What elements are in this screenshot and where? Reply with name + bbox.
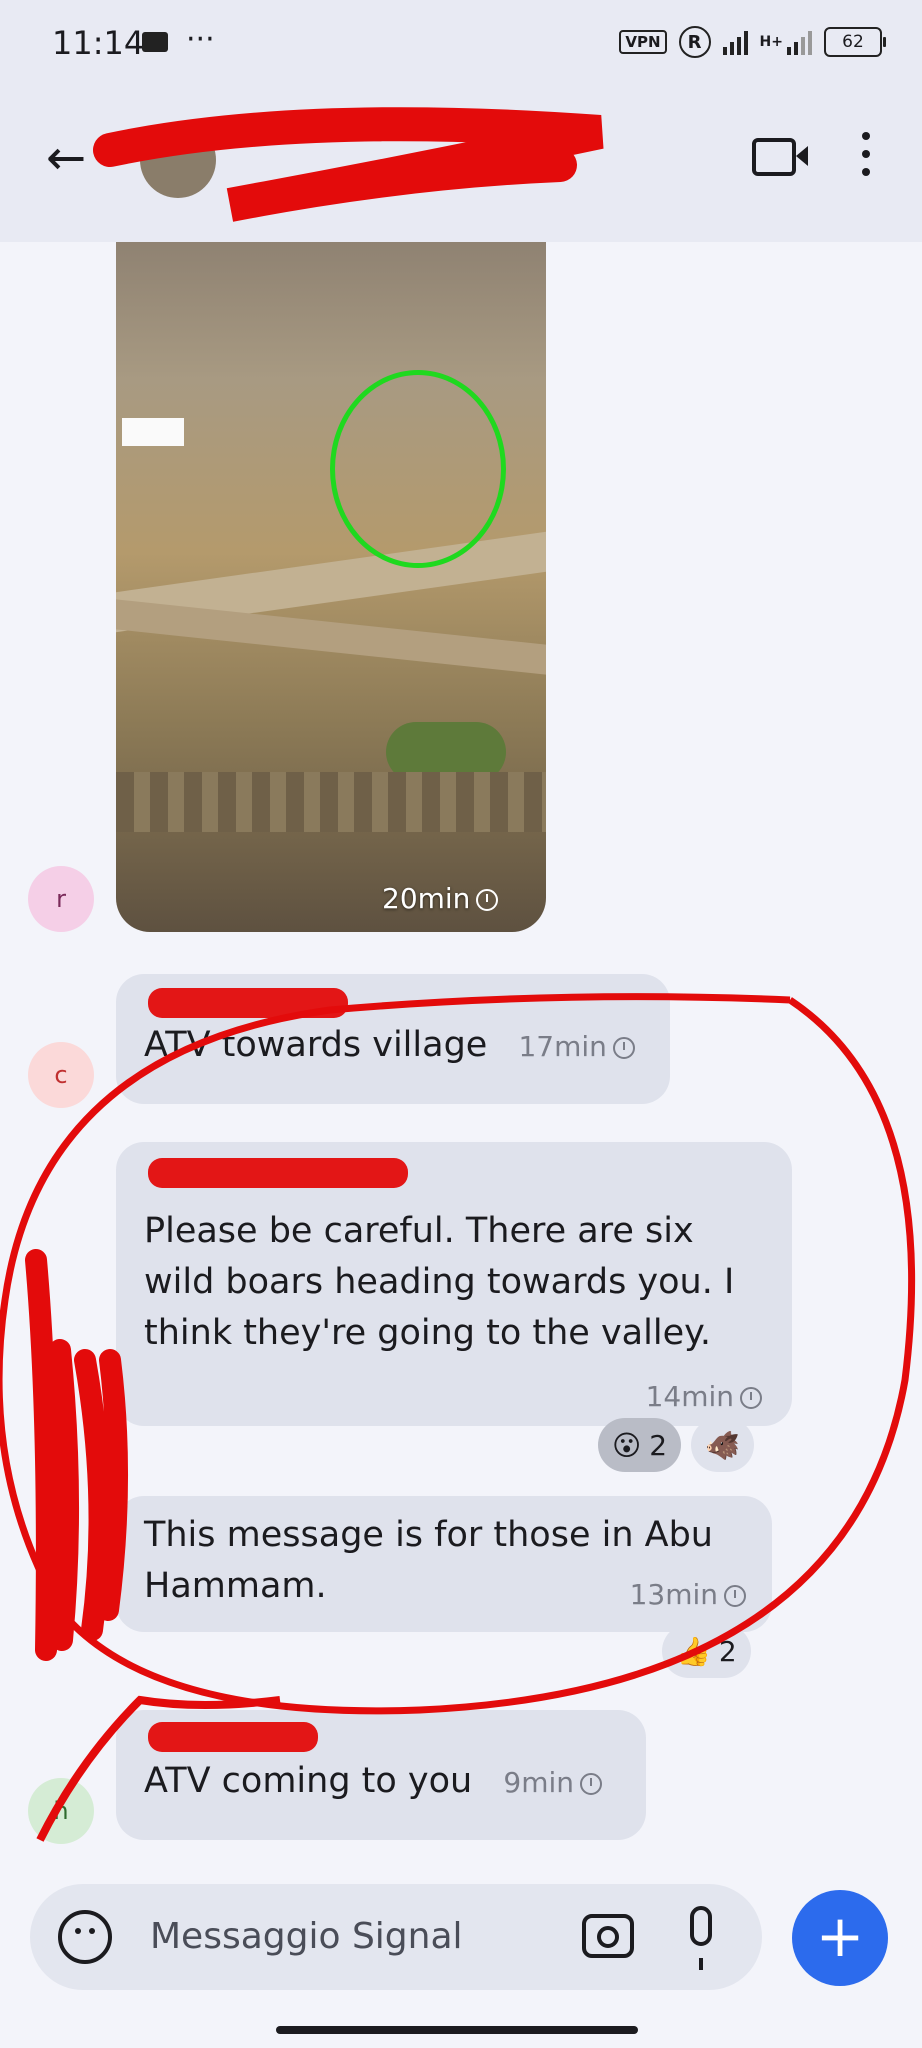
emoji-icon[interactable] xyxy=(58,1910,112,1964)
timer-icon xyxy=(724,1585,746,1607)
reaction-surprised[interactable]: 😮 2 xyxy=(598,1418,682,1472)
message-text: Please be careful. There are six wild bo… xyxy=(144,1211,735,1353)
avatar[interactable]: r xyxy=(28,866,94,932)
message-bubble[interactable]: This message is for those in Abu Hammam.… xyxy=(116,1496,772,1632)
roaming-icon: R xyxy=(678,26,711,58)
message-time: 9min xyxy=(503,1766,603,1799)
more-vertical-icon[interactable] xyxy=(862,132,870,186)
message-composer[interactable]: Messaggio Signal xyxy=(30,1884,762,1990)
conversation-header: ← xyxy=(0,90,922,242)
battery-icon: 62 xyxy=(824,27,886,57)
more-notifications-icon: ··· xyxy=(186,22,215,57)
green-circle-annotation xyxy=(330,370,506,568)
redaction-mark xyxy=(148,988,348,1018)
message-text: ATV coming to you xyxy=(144,1761,473,1801)
message-time: 17min xyxy=(518,1030,635,1063)
timer-icon xyxy=(476,889,499,911)
video-call-icon[interactable] xyxy=(752,138,808,176)
message-time: 14min xyxy=(144,1371,762,1422)
attach-button[interactable]: + xyxy=(792,1890,888,1986)
message-time: 20min xyxy=(382,882,499,915)
signal-icon xyxy=(722,29,748,55)
home-indicator[interactable] xyxy=(276,2026,638,2034)
reactions-bar: 👍 2 xyxy=(662,1624,751,1678)
folder-icon xyxy=(142,32,168,52)
status-bar: 11:14 ··· VPN R H+ 62 xyxy=(0,0,922,90)
timer-icon xyxy=(580,1773,603,1795)
avatar[interactable]: c xyxy=(28,1042,94,1108)
microphone-icon[interactable] xyxy=(690,1906,712,1970)
timer-icon xyxy=(740,1387,762,1409)
redaction-mark xyxy=(148,1158,408,1188)
message-input[interactable]: Messaggio Signal xyxy=(150,1916,463,1957)
redaction-mark xyxy=(148,1722,318,1752)
avatar[interactable]: h xyxy=(28,1778,94,1844)
group-avatar[interactable] xyxy=(140,122,216,198)
message-list[interactable]: r 20min c ATV towards village 17min Plea… xyxy=(0,242,922,1862)
camera-icon[interactable] xyxy=(582,1914,634,1958)
timer-icon xyxy=(612,1037,635,1059)
vpn-badge: VPN xyxy=(619,30,667,54)
status-time: 11:14 xyxy=(52,24,145,62)
house-image xyxy=(122,418,184,446)
image-message[interactable]: 20min xyxy=(116,242,546,932)
network-type: H+ xyxy=(759,34,783,50)
arrow-left-icon[interactable]: ← xyxy=(46,134,86,182)
reaction-thumbs-up[interactable]: 👍 2 xyxy=(662,1624,751,1678)
signal-2-icon xyxy=(787,29,812,55)
message-time: 13min xyxy=(630,1569,746,1620)
reaction-boar[interactable]: 🐗 xyxy=(691,1418,754,1472)
message-text: ATV towards village xyxy=(144,1025,488,1065)
reactions-bar: 😮 2 🐗 xyxy=(598,1418,754,1472)
